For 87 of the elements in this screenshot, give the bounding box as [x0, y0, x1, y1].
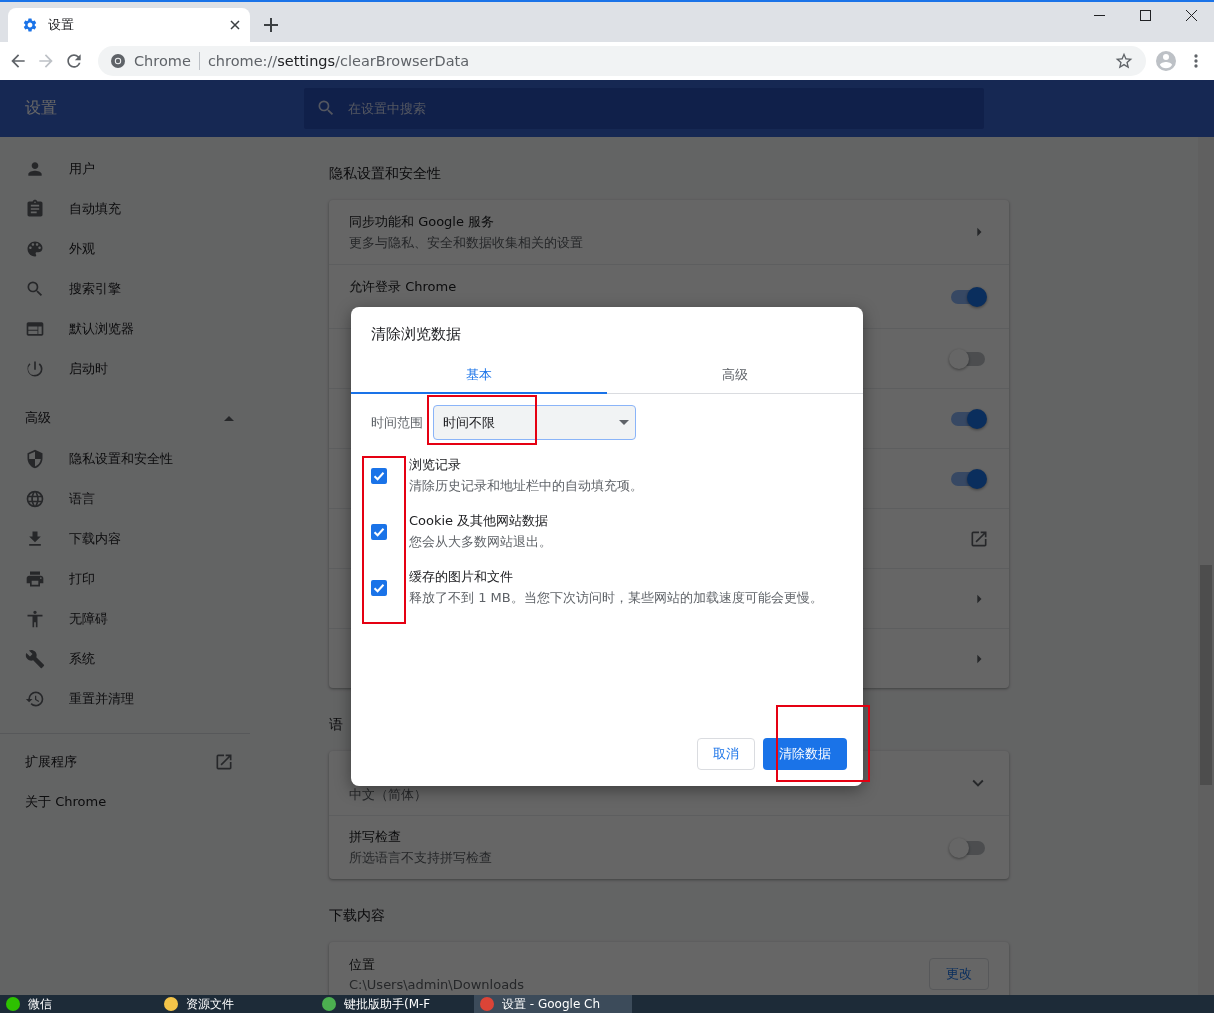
sidebar-item[interactable]: 自动填充 [0, 189, 250, 229]
caret-icon [224, 415, 234, 421]
star-icon[interactable] [1114, 51, 1134, 71]
sidebar-item[interactable]: 隐私设置和安全性 [0, 439, 250, 479]
row-title: 拼写检查 [349, 828, 402, 846]
app-icon [322, 997, 336, 1011]
new-tab-icon[interactable] [264, 18, 278, 32]
close-icon[interactable] [1185, 9, 1197, 21]
row-title: 允许登录 Chrome [349, 277, 458, 296]
time-range-select[interactable]: 时间不限 [433, 405, 636, 440]
search-icon [25, 279, 45, 299]
sidebar-item[interactable]: 默认浏览器 [0, 309, 250, 349]
time-range-label: 时间范围 [371, 413, 423, 432]
section-title: 语 [329, 716, 343, 732]
option-title: 浏览记录 [409, 456, 462, 474]
row-title: 同步功能和 Google 服务 [349, 212, 496, 231]
toggle-switch[interactable] [951, 471, 985, 486]
toggle-switch[interactable] [951, 411, 985, 426]
reload-icon[interactable] [64, 51, 84, 71]
history-icon [25, 689, 45, 709]
power-icon [25, 359, 45, 379]
dialog-title: 清除浏览数据 [371, 325, 461, 343]
minimize-icon[interactable] [1093, 14, 1105, 16]
address-bar[interactable]: Chrome chrome://settings/clearBrowserData [98, 46, 1146, 76]
caret-icon [619, 420, 629, 425]
sidebar-item[interactable]: 语言 [0, 479, 250, 519]
browser-window-icon [25, 319, 45, 339]
section-title: 隐私设置和安全性 [329, 165, 441, 181]
checkbox[interactable] [371, 467, 387, 484]
row-description: 所选语言不支持拼写检查 [349, 849, 493, 867]
option-title: Cookie 及其他网站数据 [409, 512, 550, 530]
option-title: 缓存的图片和文件 [409, 568, 514, 586]
app-icon [6, 997, 20, 1011]
row-title: 位置 [349, 956, 376, 974]
section-title: 下载内容 [329, 907, 385, 923]
sidebar-item[interactable]: 系统 [0, 639, 250, 679]
app-icon [480, 997, 494, 1011]
app-icon [164, 997, 178, 1011]
taskbar-button[interactable]: 键批版助手(M-F [316, 995, 474, 1013]
toggle-switch[interactable] [951, 840, 985, 855]
checkbox[interactable] [371, 523, 387, 540]
maximize-icon[interactable] [1139, 9, 1151, 21]
page-title: 设置 [25, 98, 57, 117]
chrome-logo-icon [110, 53, 126, 69]
change-button[interactable]: 更改 [929, 958, 989, 990]
taskbar-button[interactable]: 微信 [0, 995, 158, 1013]
toggle-switch[interactable] [951, 351, 985, 366]
clipboard-icon [25, 199, 45, 219]
printer-icon [25, 569, 45, 589]
taskbar-button[interactable]: 资源文件 [158, 995, 316, 1013]
sidebar-item[interactable]: 无障碍 [0, 599, 250, 639]
sidebar-item[interactable]: 打印 [0, 559, 250, 599]
toggle-switch[interactable] [951, 289, 985, 304]
advanced-toggle[interactable]: 高级 [0, 397, 250, 439]
row-description: C:\Users\admin\Downloads [349, 977, 526, 992]
sidebar-item[interactable]: 用户 [0, 149, 250, 189]
option-description: 您会从大多数网站退出。 [409, 533, 552, 551]
close-icon[interactable] [230, 20, 240, 30]
row-description: 更多与隐私、安全和数据收集相关的设置 [349, 233, 584, 252]
shield-icon [25, 449, 45, 469]
taskbar-button[interactable]: 设置 - Google Ch [474, 995, 632, 1013]
browser-tab[interactable]: 设置 [8, 8, 250, 42]
site-label: Chrome [134, 53, 191, 69]
option-description: 清除历史记录和地址栏中的自动填充项。 [409, 477, 643, 495]
globe-icon [25, 489, 45, 509]
checkbox[interactable] [371, 579, 387, 596]
sidebar-item[interactable]: 关于 Chrome [0, 782, 250, 822]
option-description: 释放了不到 1 MB。当您下次访问时，某些网站的加载速度可能会更慢。 [409, 589, 823, 607]
sidebar-item[interactable]: 启动时 [0, 349, 250, 389]
dialog-tab[interactable]: 基本 [351, 358, 607, 394]
sidebar-item[interactable]: 外观 [0, 229, 250, 269]
sidebar-item[interactable]: 搜索引擎 [0, 269, 250, 309]
search-icon [316, 98, 336, 118]
dialog-tab[interactable]: 高级 [607, 358, 863, 394]
palette-icon [25, 239, 45, 259]
cancel-button[interactable]: 取消 [697, 738, 755, 770]
wrench-icon [25, 649, 45, 669]
url-text: chrome://settings/clearBrowserData [207, 53, 470, 69]
sidebar-item[interactable]: 扩展程序 [0, 742, 250, 782]
clear-data-button[interactable]: 清除数据 [763, 738, 847, 770]
avatar-icon[interactable] [1154, 49, 1178, 73]
external-link-icon [214, 752, 234, 772]
sidebar-item[interactable]: 下载内容 [0, 519, 250, 559]
accessibility-icon [25, 609, 45, 629]
scrollbar[interactable] [1198, 137, 1214, 995]
gear-icon [22, 17, 38, 33]
sidebar-item[interactable]: 重置并清理 [0, 679, 250, 719]
